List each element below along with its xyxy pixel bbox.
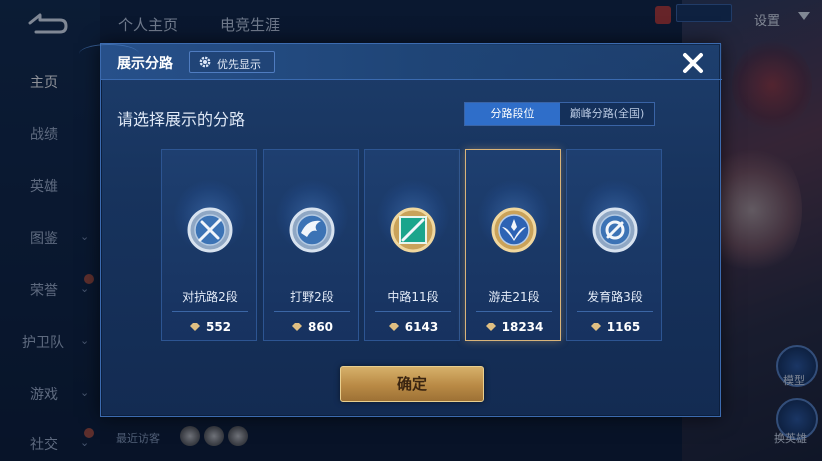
lane-rank-label: 发育路3段 xyxy=(587,290,643,304)
lane-score-value: 1165 xyxy=(606,320,641,334)
lane-score: 860 xyxy=(264,320,360,334)
lane-score-value: 18234 xyxy=(501,320,544,334)
lane-score: 552 xyxy=(162,320,258,334)
card-divider xyxy=(274,311,350,312)
jungle-badge-icon xyxy=(289,207,335,253)
roam-badge-icon xyxy=(491,207,537,253)
confirm-button[interactable]: 确定 xyxy=(340,366,484,402)
close-button[interactable] xyxy=(678,48,708,78)
lane-score: 6143 xyxy=(365,320,461,334)
lane-score: 1165 xyxy=(567,320,663,334)
gem-icon xyxy=(388,323,399,331)
tab-peak-lane-national[interactable]: 巅峰分路(全国) xyxy=(560,103,654,125)
lane-card-mid[interactable]: 中路11段 6143 xyxy=(364,149,460,341)
tab-lane-rank[interactable]: 分路段位 xyxy=(465,103,560,125)
lane-score-value: 552 xyxy=(205,320,232,334)
priority-display-label: 优先显示 xyxy=(217,58,261,71)
lane-card-clash[interactable]: 对抗路2段 552 xyxy=(161,149,257,341)
gem-icon xyxy=(590,323,601,331)
mid-lane-badge-icon xyxy=(390,207,436,253)
gear-icon xyxy=(199,56,211,68)
farm-lane-badge-icon xyxy=(592,207,638,253)
card-divider xyxy=(476,311,552,312)
dialog-title: 展示分路 xyxy=(117,56,173,72)
card-divider xyxy=(577,311,653,312)
lane-score-value: 860 xyxy=(307,320,334,334)
gem-icon xyxy=(291,323,302,331)
lane-mode-segmented-control: 分路段位 巅峰分路(全国) xyxy=(464,102,655,126)
gem-icon xyxy=(485,323,496,331)
lane-rank-label: 对抗路2段 xyxy=(182,290,238,304)
lane-rank-label: 游走21段 xyxy=(488,290,540,304)
card-divider xyxy=(375,311,451,312)
lane-rank-label: 中路11段 xyxy=(387,290,439,304)
dialog-subtitle: 请选择展示的分路 xyxy=(117,110,246,129)
lane-card-farm[interactable]: 发育路3段 1165 xyxy=(566,149,662,341)
lane-score-value: 6143 xyxy=(404,320,439,334)
clash-lane-badge-icon xyxy=(187,207,233,253)
priority-display-button[interactable]: 优先显示 xyxy=(189,51,275,73)
lane-score: 18234 xyxy=(466,320,562,334)
lane-display-dialog: 展示分路 优先显示 请选择展示的分路 分路段位 巅峰分路(全国) 对抗路2段 5… xyxy=(79,43,722,417)
card-divider xyxy=(172,311,248,312)
gem-icon xyxy=(189,323,200,331)
close-icon xyxy=(683,53,703,73)
lane-cards: 对抗路2段 552 打野2段 860 中路11段 6143 游走21段 1823… xyxy=(161,149,662,342)
lane-card-roam[interactable]: 游走21段 18234 xyxy=(465,149,561,341)
dialog-header: 展示分路 优先显示 xyxy=(79,44,722,80)
lane-card-jungle[interactable]: 打野2段 860 xyxy=(263,149,359,341)
lane-rank-label: 打野2段 xyxy=(290,290,334,304)
